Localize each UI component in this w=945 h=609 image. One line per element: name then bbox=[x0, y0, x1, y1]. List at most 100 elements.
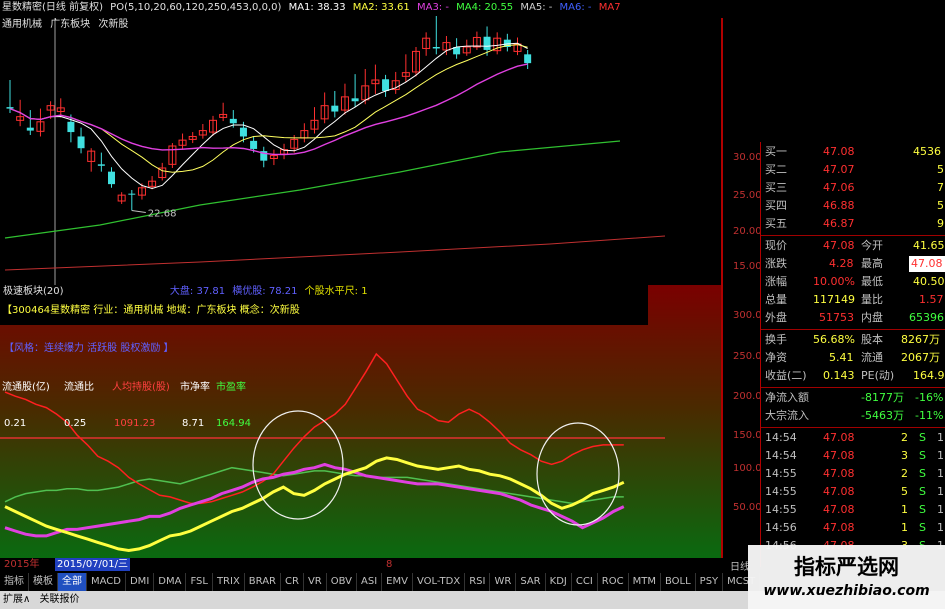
tick-row: 14:54 47.08 2 S 1 bbox=[761, 430, 945, 446]
stat-value: 117149 bbox=[813, 293, 855, 306]
sector-tag[interactable]: 广东板块 bbox=[50, 19, 90, 30]
low-pointer bbox=[131, 210, 146, 214]
tab-3[interactable]: MACD bbox=[87, 573, 126, 591]
flow-pct: -11% bbox=[915, 409, 944, 422]
tick-time: 14:55 bbox=[765, 503, 797, 516]
tab-8[interactable]: BRAR bbox=[245, 573, 281, 591]
tick-vol: 2 bbox=[901, 431, 908, 444]
tick-side: S bbox=[919, 449, 926, 462]
axis-label: 20.00 bbox=[733, 226, 762, 237]
tab-13[interactable]: EMV bbox=[382, 573, 413, 591]
period-label[interactable]: 日线 bbox=[730, 558, 750, 573]
tab-21[interactable]: MTM bbox=[629, 573, 661, 591]
stat-label: PE(动) bbox=[861, 369, 895, 382]
tick-side: S bbox=[919, 485, 926, 498]
tick-row: 14:55 47.08 2 S 1 bbox=[761, 466, 945, 482]
order-price: 47.08 bbox=[823, 145, 855, 158]
stock-info-line: 【300464星数精密 行业：通用机械 地域：广东板块 概念：次新股 bbox=[2, 305, 300, 316]
stock-name[interactable]: 星数精密(日线 前复权) bbox=[2, 2, 103, 13]
stat-row: 换手 56.68% 股本 8267万 bbox=[761, 332, 945, 348]
divider bbox=[761, 387, 945, 388]
tab-18[interactable]: KDJ bbox=[546, 573, 572, 591]
stat-value: 0.143 bbox=[823, 369, 855, 382]
stat-label: 最低 bbox=[861, 275, 883, 288]
tab-14[interactable]: VOL-TDX bbox=[413, 573, 466, 591]
order-row[interactable]: 买二 47.07 5 bbox=[761, 162, 945, 178]
tick-time: 14:55 bbox=[765, 485, 797, 498]
tab-19[interactable]: CCI bbox=[572, 573, 598, 591]
axis-label: 30.00 bbox=[733, 152, 762, 163]
order-vol: 4536 bbox=[913, 145, 941, 158]
sector-tag[interactable]: 通用机械 bbox=[2, 19, 42, 30]
tick-side: S bbox=[919, 503, 926, 516]
order-vol: 5 bbox=[937, 163, 944, 176]
tab-9[interactable]: CR bbox=[281, 573, 304, 591]
price-axis: 30.00 25.00 20.00 15.00 300.00 250.00 20… bbox=[722, 18, 768, 558]
tab-17[interactable]: SAR bbox=[516, 573, 546, 591]
ma60-line bbox=[4, 140, 621, 239]
stat-row: 现价 47.08 今开 41.65 bbox=[761, 238, 945, 254]
divider bbox=[761, 427, 945, 428]
flow-label: 大宗流入 bbox=[765, 409, 809, 422]
tab-0[interactable]: 指标 bbox=[0, 573, 29, 591]
indicator-background bbox=[0, 285, 722, 558]
stat-row: 涨跌 4.28 最高 47.08 bbox=[761, 256, 945, 272]
tab-5[interactable]: DMA bbox=[154, 573, 187, 591]
related-quote-button[interactable]: 关联报价 bbox=[40, 594, 80, 605]
order-vol: 9 bbox=[937, 217, 944, 230]
candle-body bbox=[483, 36, 491, 50]
order-price: 47.07 bbox=[823, 163, 855, 176]
candle-body bbox=[382, 79, 390, 91]
order-label: 买三 bbox=[765, 181, 787, 194]
price-chart[interactable]: 49.2922.68 bbox=[0, 0, 722, 285]
tab-2[interactable]: 全部 bbox=[58, 573, 87, 591]
order-row[interactable]: 买四 46.88 5 bbox=[761, 198, 945, 214]
candle-body bbox=[26, 127, 34, 131]
order-price: 46.87 bbox=[823, 217, 855, 230]
stat-row: 外盘 51753 内盘 65396 bbox=[761, 310, 945, 326]
tick-side: S bbox=[919, 467, 926, 480]
tab-11[interactable]: OBV bbox=[327, 573, 357, 591]
stat-label: 收益(二) bbox=[765, 369, 807, 382]
candle-body bbox=[239, 127, 247, 137]
tab-12[interactable]: ASI bbox=[357, 573, 383, 591]
order-row[interactable]: 买五 46.87 9 bbox=[761, 216, 945, 232]
stock-style-line: 【风格：连续爆力 活跃股 股权激励 】 bbox=[4, 343, 174, 354]
tab-20[interactable]: ROC bbox=[598, 573, 629, 591]
indicator-chart[interactable] bbox=[0, 285, 722, 558]
quote-panel: 买一 47.08 4536 买二 47.07 5 买三 47.06 7 买四 4… bbox=[760, 142, 945, 567]
fund-label: 人均持股(股) bbox=[112, 382, 170, 393]
tab-4[interactable]: DMI bbox=[126, 573, 155, 591]
order-row[interactable]: 买三 47.06 7 bbox=[761, 180, 945, 196]
tab-1[interactable]: 模板 bbox=[29, 573, 58, 591]
tab-10[interactable]: VR bbox=[304, 573, 327, 591]
indicator-name[interactable]: 极速板块(20) bbox=[3, 286, 64, 297]
watermark-url: www.xuezhibiao.com bbox=[763, 583, 930, 599]
ma5-value: MA5: - bbox=[520, 2, 553, 13]
tab-15[interactable]: RSI bbox=[465, 573, 491, 591]
tab-23[interactable]: PSY bbox=[696, 573, 724, 591]
fund-label: 市盈率 bbox=[216, 382, 246, 393]
cursor-date: 2015/07/01/三 bbox=[55, 558, 131, 571]
chart-title-bar: 星数精密(日线 前复权) PO(5,10,20,60,120,250,453,0… bbox=[0, 0, 945, 16]
stat-value: 40.50 bbox=[913, 275, 945, 288]
expand-button[interactable]: 扩展∧ bbox=[3, 594, 30, 605]
tab-7[interactable]: TRIX bbox=[213, 573, 245, 591]
tab-16[interactable]: WR bbox=[490, 573, 517, 591]
tick-row: 14:55 47.08 1 S 1 bbox=[761, 502, 945, 518]
tab-6[interactable]: FSL bbox=[186, 573, 213, 591]
tick-price: 47.08 bbox=[823, 431, 855, 444]
tick-vol: 1 bbox=[901, 521, 908, 534]
year-label: 2015年 bbox=[4, 559, 40, 570]
stat-value: 1.57 bbox=[919, 293, 944, 306]
stat-label: 换手 bbox=[765, 333, 787, 346]
tab-22[interactable]: BOLL bbox=[661, 573, 696, 591]
axis-label: 50.00 bbox=[733, 502, 762, 513]
ma1-value: MA1: 38.33 bbox=[288, 2, 346, 13]
tick-time: 14:54 bbox=[765, 449, 797, 462]
flow-row: 大宗流入 -5463万 -11% bbox=[761, 408, 945, 424]
order-vol: 5 bbox=[937, 199, 944, 212]
ma7-value: MA7 bbox=[598, 2, 621, 13]
order-row[interactable]: 买一 47.08 4536 bbox=[761, 144, 945, 160]
sector-tag[interactable]: 次新股 bbox=[98, 19, 128, 30]
